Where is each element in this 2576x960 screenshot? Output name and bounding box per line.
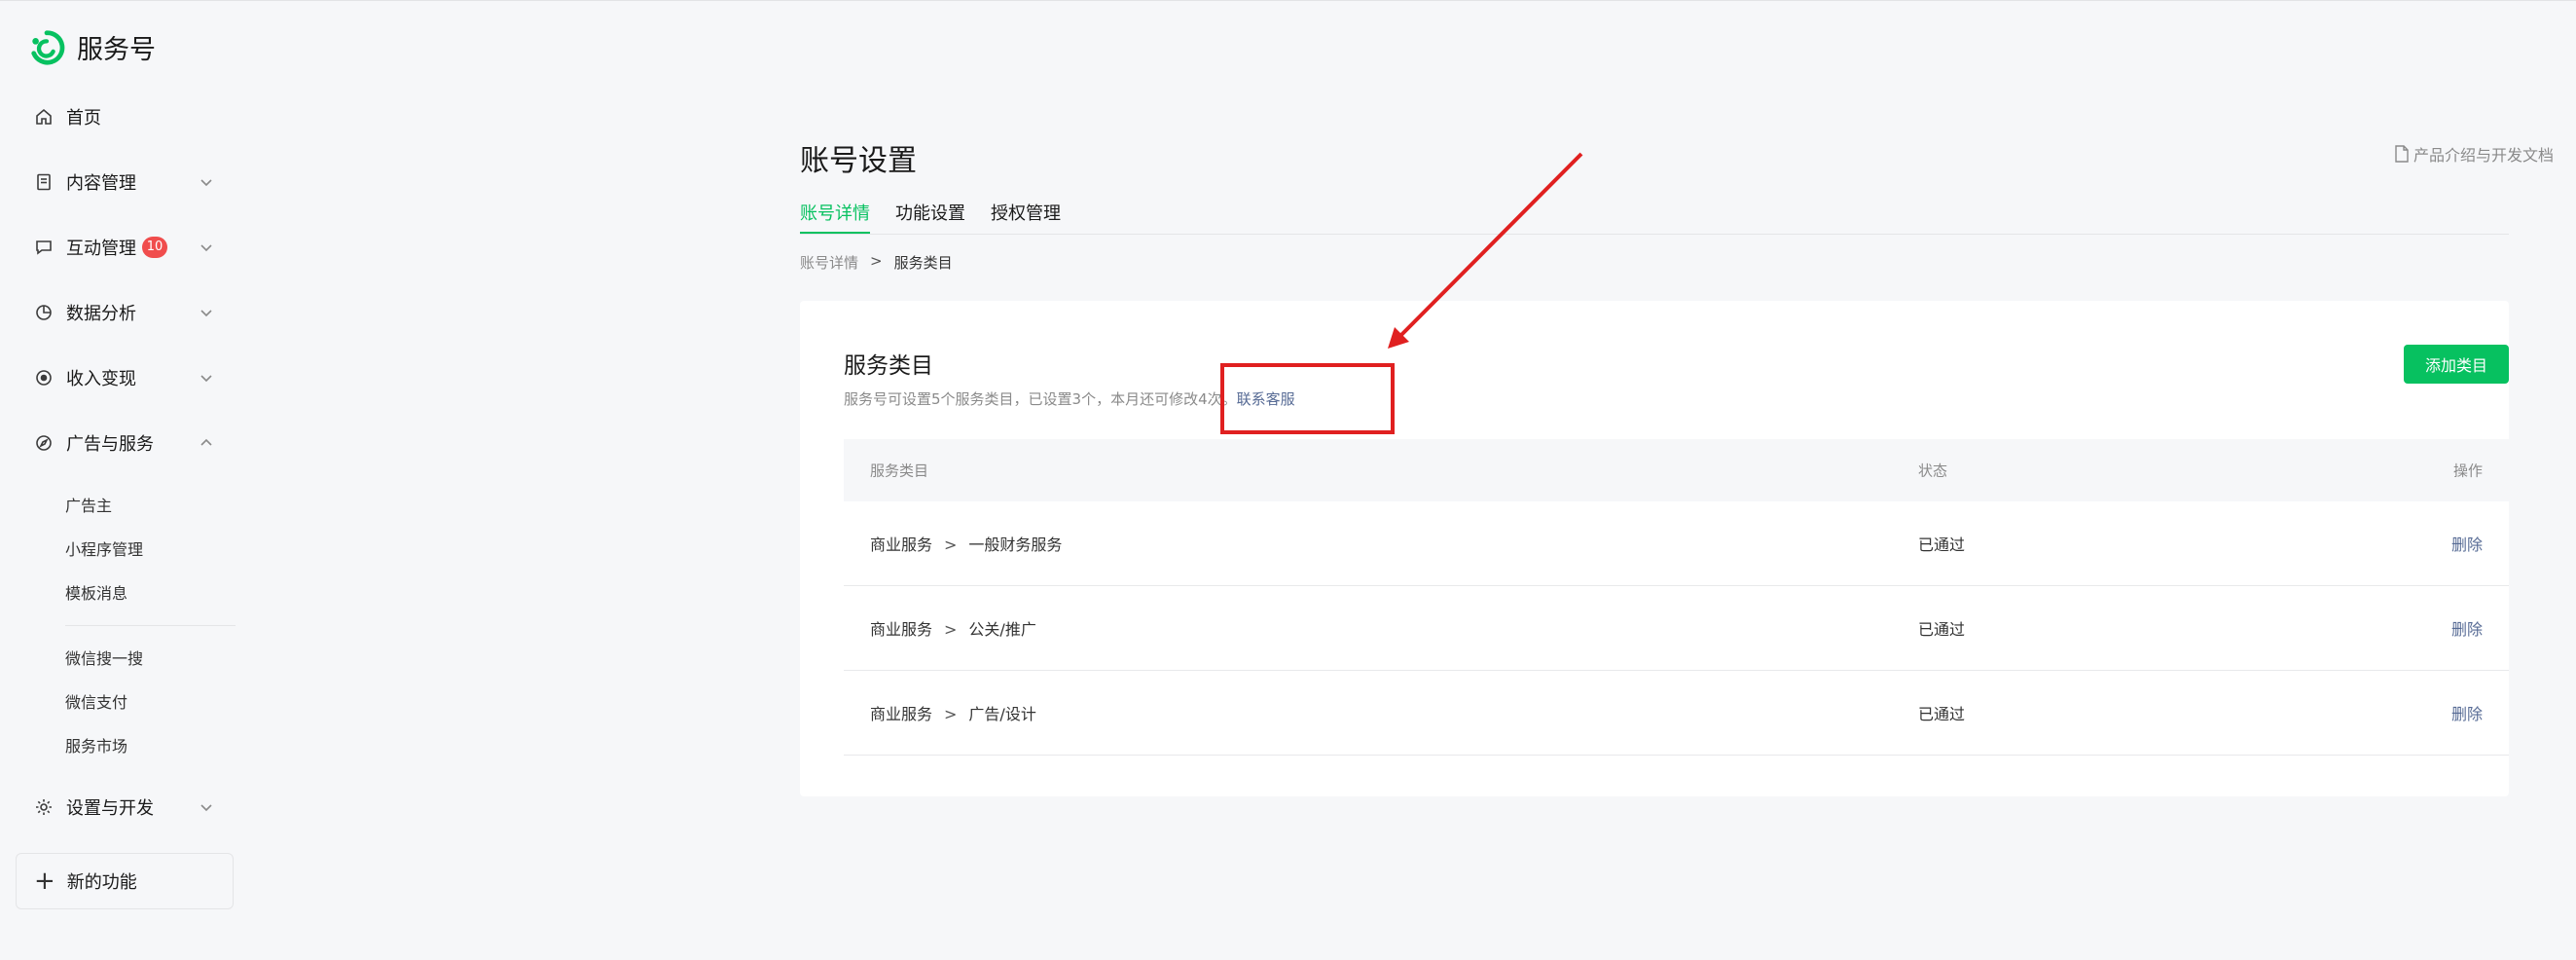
delete-link[interactable]: 删除 — [2451, 532, 2483, 555]
category-parent: 商业服务 — [870, 705, 933, 723]
page-title: 账号设置 — [800, 144, 917, 178]
tab-divider — [800, 234, 2509, 235]
brand-name: 服务号 — [77, 35, 156, 65]
sidebar-item-label: 内容管理 — [66, 173, 136, 194]
category-separator: > — [944, 535, 958, 554]
tab-function-settings[interactable]: 功能设置 — [895, 200, 965, 235]
breadcrumb: 账号详情 > 服务类目 — [800, 252, 953, 273]
new-feature-label: 新的功能 — [66, 872, 137, 893]
category-path: 商业服务 > 公关/推广 — [870, 616, 1036, 640]
document-icon — [33, 171, 54, 193]
chevron-down-icon — [199, 174, 214, 190]
sidebar-subitem-template-message[interactable]: 模板消息 — [65, 580, 127, 604]
sidebar-item-content[interactable]: 内容管理 — [33, 163, 218, 202]
breadcrumb-parent[interactable]: 账号详情 — [800, 252, 858, 273]
sidebar-item-label: 广告与服务 — [66, 434, 154, 455]
tab-account-details[interactable]: 账号详情 — [800, 200, 870, 235]
pie-chart-icon — [33, 302, 54, 323]
sidebar-item-label: 收入变现 — [66, 369, 136, 389]
card-description: 服务号可设置5个服务类目，已设置3个，本月还可修改4次。联系客服 — [844, 388, 1295, 409]
sidebar-item-settings-dev[interactable]: 设置与开发 — [33, 788, 218, 827]
new-feature-button[interactable]: + 新的功能 — [16, 853, 234, 909]
sidebar-item-interaction[interactable]: 互动管理 10 — [33, 228, 218, 267]
chevron-down-icon — [199, 240, 214, 255]
sidebar-item-label: 首页 — [66, 108, 101, 129]
sidebar-item-ads-services[interactable]: 广告与服务 — [33, 424, 218, 462]
sidebar-subitem-advertiser[interactable]: 广告主 — [65, 493, 112, 516]
category-parent: 商业服务 — [870, 620, 933, 639]
sidebar-subitem-service-market[interactable]: 服务市场 — [65, 733, 127, 757]
plus-icon: + — [34, 867, 55, 896]
category-separator: > — [944, 705, 958, 723]
category-child: 公关/推广 — [968, 620, 1036, 639]
contact-support-link[interactable]: 联系客服 — [1237, 390, 1295, 408]
sidebar-subitem-miniprogram[interactable]: 小程序管理 — [65, 536, 143, 560]
category-separator: > — [944, 620, 958, 639]
sidebar-item-label: 设置与开发 — [66, 798, 154, 819]
notification-badge: 10 — [142, 237, 167, 258]
breadcrumb-current: 服务类目 — [893, 254, 953, 272]
chevron-up-icon — [199, 435, 214, 451]
chevron-down-icon — [199, 370, 214, 386]
category-path: 商业服务 > 广告/设计 — [870, 701, 1036, 724]
sidebar-item-monetization[interactable]: 收入变现 — [33, 358, 218, 397]
sidebar-divider — [65, 625, 236, 626]
home-icon — [33, 106, 54, 128]
doc-link-label: 产品介绍与开发文档 — [2413, 146, 2555, 165]
category-child: 广告/设计 — [968, 705, 1036, 723]
category-child: 一般财务服务 — [968, 535, 1063, 554]
header-action: 操作 — [2452, 462, 2483, 480]
header-status: 状态 — [1918, 462, 1948, 480]
status-text: 已通过 — [1918, 620, 1966, 639]
delete-link[interactable]: 删除 — [2451, 616, 2483, 640]
sidebar: 服务号 首页 内容管理 互动管理 10 数据分析 收入变现 广告与服务 广告主 … — [0, 1, 243, 960]
comment-icon — [33, 237, 54, 258]
table-row: 商业服务 > 公关/推广 已通过 删除 — [844, 586, 2509, 671]
file-icon — [2395, 145, 2409, 163]
category-path: 商业服务 > 一般财务服务 — [870, 532, 1062, 555]
table-row: 商业服务 > 一般财务服务 已通过 删除 — [844, 501, 2509, 586]
coin-icon — [33, 367, 54, 388]
status-text: 已通过 — [1918, 705, 1966, 723]
tab-bar: 账号详情 功能设置 授权管理 — [800, 200, 1061, 235]
sidebar-item-label: 互动管理 — [66, 239, 136, 259]
add-category-button[interactable]: 添加类目 — [2404, 345, 2509, 384]
service-category-card: 服务类目 服务号可设置5个服务类目，已设置3个，本月还可修改4次。联系客服 添加… — [800, 301, 2509, 796]
card-description-text: 服务号可设置5个服务类目，已设置3个，本月还可修改4次。 — [844, 390, 1237, 408]
breadcrumb-separator: > — [870, 252, 883, 270]
compass-icon — [33, 432, 54, 454]
header-category: 服务类目 — [870, 462, 929, 480]
card-title: 服务类目 — [844, 353, 933, 379]
doc-link[interactable]: 产品介绍与开发文档 — [2394, 142, 2554, 166]
table-row: 商业服务 > 广告/设计 已通过 删除 — [844, 671, 2509, 756]
sidebar-item-home[interactable]: 首页 — [33, 97, 218, 136]
gear-icon — [33, 796, 54, 818]
sidebar-item-label: 数据分析 — [66, 304, 136, 324]
brand[interactable]: 服务号 — [28, 28, 156, 66]
delete-link[interactable]: 删除 — [2451, 701, 2483, 724]
sidebar-subitem-wechat-search[interactable]: 微信搜一搜 — [65, 646, 143, 669]
status-text: 已通过 — [1918, 535, 1966, 554]
sidebar-item-analytics[interactable]: 数据分析 — [33, 293, 218, 332]
brand-logo-icon — [31, 29, 65, 65]
top-border — [0, 0, 2576, 1]
tab-authorization[interactable]: 授权管理 — [991, 200, 1061, 235]
chevron-down-icon — [199, 799, 214, 815]
table-header: 服务类目 状态 操作 — [844, 439, 2509, 501]
category-table: 服务类目 状态 操作 商业服务 > 一般财务服务 已通过 删除 商业服务 > 公关/推广… — [844, 439, 2509, 756]
chevron-down-icon — [199, 305, 214, 320]
sidebar-subitem-wechat-pay[interactable]: 微信支付 — [65, 689, 127, 713]
category-parent: 商业服务 — [870, 535, 933, 554]
